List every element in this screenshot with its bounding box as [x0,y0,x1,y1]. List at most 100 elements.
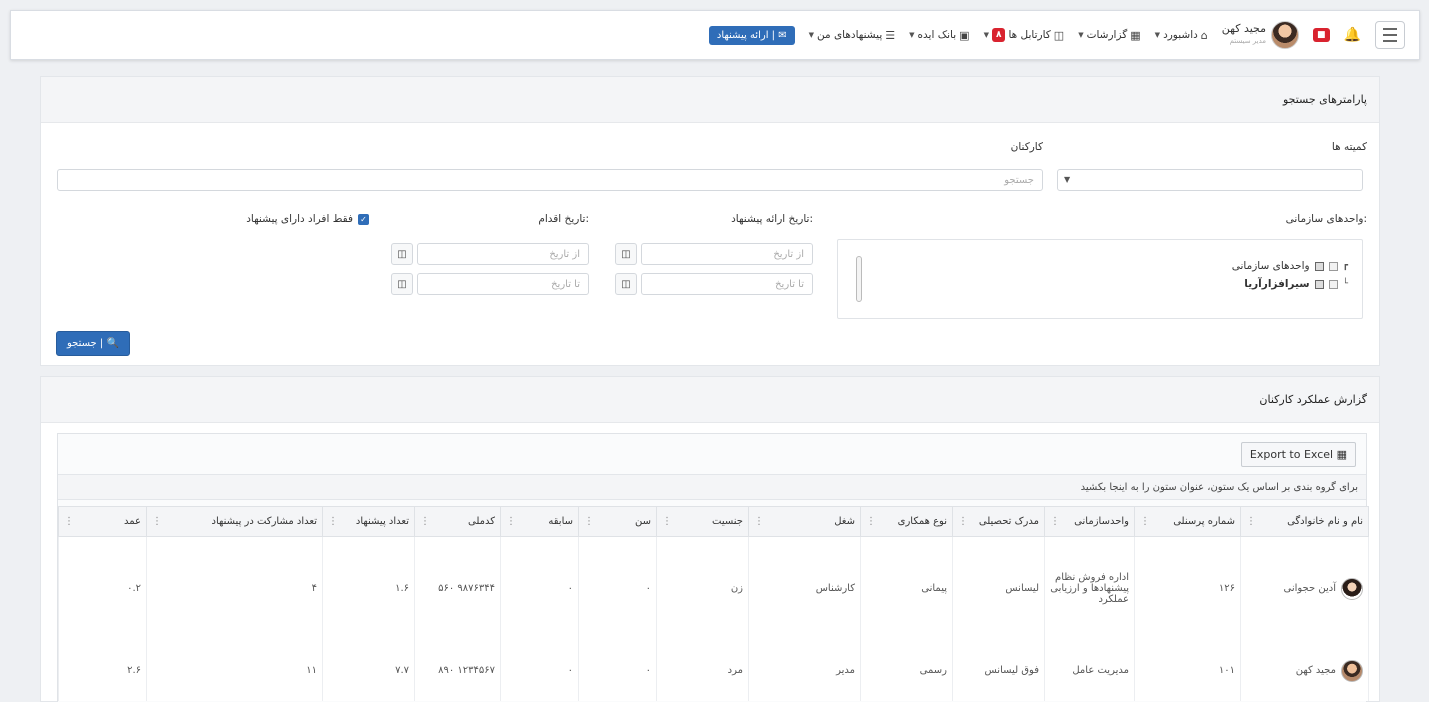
column-header[interactable]: جنسیت ⋮ [656,506,749,537]
action-from-date-input[interactable]: از تاریخ [417,243,589,265]
avatar [1341,659,1363,682]
home-icon: ⌂ [1200,28,1208,42]
org-units-label: واحدهای سازمانی: [1285,213,1367,225]
group-by-drop-zone[interactable]: برای گروه بندی بر اساس یک ستون، عنوان ست… [58,474,1366,500]
folder-icon [1314,279,1324,289]
other-cell: ۲.۶ [58,640,147,701]
column-menu-icon: ⋮ [1050,516,1060,527]
column-header[interactable]: شماره پرسنلی ⋮ [1134,506,1241,537]
column-header[interactable]: واحدسازمانی ⋮ [1044,506,1135,537]
nav-idea-bank-label: بانک ایده [917,29,957,41]
column-menu-icon: ⋮ [64,516,74,527]
action-date-label: تاریخ اقدام: [538,213,589,225]
other-cell: ۰.۲ [58,536,147,641]
suggest-to-date-input[interactable]: تا تاریخ [641,273,813,295]
column-header[interactable]: سن ⋮ [578,506,657,537]
menu-toggle-button[interactable] [1375,21,1405,49]
staff-label: کارکنان [1010,141,1043,153]
list-icon: ☰ [885,28,896,42]
tree-node-label: سیرافزارآریا [1244,278,1310,290]
table-header-row: نام و نام خانوادگی ⋮ شماره پرسنلی ⋮ واحدسا… [58,506,1369,537]
checkbox-icon[interactable] [1328,279,1338,289]
experience-cell: ۰ [500,640,579,701]
table-row[interactable]: مجید کهن ۱۰۱ مدیریت عامل فوق لیسانس رسمی… [58,640,1369,701]
export-excel-button[interactable]: Export to Excel ▦ [1240,442,1356,467]
column-menu-icon: ⋮ [1140,516,1150,527]
caret-down-icon: ▼ [909,31,915,39]
column-menu-icon: ⋮ [958,516,968,527]
alerts-badge[interactable]: ■ [1313,28,1330,42]
tree-node-child[interactable]: └ سیرافزارآریا [1244,278,1348,290]
calendar-icon[interactable]: ◫ [615,273,637,295]
only-with-suggestions-option[interactable]: ✓ فقط افراد دارای پیشنهاد [246,213,369,225]
column-header[interactable]: تعداد مشارکت در پیشنهاد ⋮ [146,506,323,537]
checkbox-checked-icon[interactable]: ✓ [358,213,369,225]
column-header[interactable]: نوع همکاری ⋮ [860,506,953,537]
name-cell: آدین حجوانی [1240,536,1369,641]
user-menu[interactable]: مجید کهن مدیر سیستم [1221,21,1300,49]
column-menu-icon: ⋮ [506,516,516,527]
org-units-tree: ┏ واحدهای سازمانی └ سیرافزارآریا [837,239,1363,319]
participations-cell: ۱۱ [146,640,323,701]
search-button[interactable]: جستجو | 🔍 [56,331,130,356]
national-id-cell: ۹۸۷۶۳۴۴ ۵۶۰ [414,536,501,641]
nav-dashboard[interactable]: ⌂ داشبورد ▼ [1155,29,1208,42]
calendar-icon[interactable]: ◫ [615,243,637,265]
export-excel-label: Export to Excel [1249,448,1334,461]
tree-scrollbar[interactable] [856,256,862,302]
avatar [1271,21,1300,49]
name-cell: مجید کهن [1240,640,1369,701]
column-menu-icon: ⋮ [754,516,764,527]
excel-icon: ▦ [1336,448,1347,461]
nav-reports-label: گزارشات [1086,29,1128,41]
nav-cartables[interactable]: ◫ کارتابل ها ۸ ▼ [984,28,1064,42]
column-header[interactable]: سابقه ⋮ [500,506,579,537]
report-panel-title: گزارش عملکرد کارکنان [41,377,1379,423]
column-menu-icon: ⋮ [584,516,594,527]
gender-cell: مرد [656,640,749,701]
nav-reports[interactable]: ▦ گزارشات ▼ [1078,29,1140,42]
action-to-date-input[interactable]: تا تاریخ [417,273,589,295]
only-with-suggestions-label: فقط افراد دارای پیشنهاد [246,213,353,225]
tree-branch-icon: └ [1342,279,1348,289]
personnel-no-cell: ۱۰۱ [1134,640,1241,701]
column-header[interactable]: شغل ⋮ [748,506,861,537]
column-menu-icon: ⋮ [1246,516,1256,527]
nav-my-suggestions[interactable]: ☰ پیشنهادهای من ▼ [809,29,896,42]
suggest-from-date-input[interactable]: از تاریخ [641,243,813,265]
calendar-icon[interactable]: ◫ [391,273,413,295]
column-header[interactable]: نام و نام خانوادگی ⋮ [1240,506,1369,537]
search-parameters-panel: پارامترهای جستجو کمیته ها ▼ کارکنان جستج… [40,76,1380,366]
bell-icon[interactable]: 🔔 [1344,27,1361,43]
job-cell: کارشناس [748,536,861,641]
caret-down-icon: ▼ [1154,31,1161,39]
committees-select[interactable]: ▼ [1057,169,1363,191]
staff-table: نام و نام خانوادگی ⋮ شماره پرسنلی ⋮ واحدسا… [58,506,1369,701]
checkbox-icon[interactable] [1328,261,1338,271]
staff-search-input[interactable]: جستجو [57,169,1043,191]
column-menu-icon: ⋮ [662,516,672,527]
degree-cell: لیسانس [952,536,1045,641]
participations-cell: ۴ [146,536,323,641]
avatar [1341,577,1363,600]
suggest-date-label: تاریخ ارائه پیشنهاد: [731,213,813,225]
tree-node-root[interactable]: ┏ واحدهای سازمانی [1232,260,1348,272]
unit-cell: اداره فروش نظام پیشنهادها و ارزیابی عملک… [1044,536,1135,641]
cartable-count-badge: ۸ [991,28,1006,42]
column-menu-icon: ⋮ [152,516,162,527]
column-header[interactable]: عمد ⋮ [58,506,147,537]
user-name: مجید کهن [1221,22,1267,35]
column-header[interactable]: تعداد پیشنهاد ⋮ [322,506,415,537]
contract-cell: پیمانی [860,536,953,641]
submit-suggestion-button[interactable]: ارائه پیشنهاد | ✉ [708,25,795,45]
tree-node-label: واحدهای سازمانی [1231,260,1310,272]
unit-cell: مدیریت عامل [1044,640,1135,701]
nav-idea-bank[interactable]: ▣ بانک ایده ▼ [909,29,969,42]
table-row[interactable]: آدین حجوانی ۱۲۶ اداره فروش نظام پیشنهاده… [58,536,1369,641]
degree-cell: فوق لیسانس [952,640,1045,701]
column-header[interactable]: کدملی ⋮ [414,506,501,537]
calendar-icon[interactable]: ◫ [391,243,413,265]
column-header[interactable]: مدرک تحصیلی ⋮ [952,506,1045,537]
nav-cartables-label: کارتابل ها [1008,29,1051,41]
staff-performance-panel: گزارش عملکرد کارکنان Export to Excel ▦ ب… [40,376,1380,702]
